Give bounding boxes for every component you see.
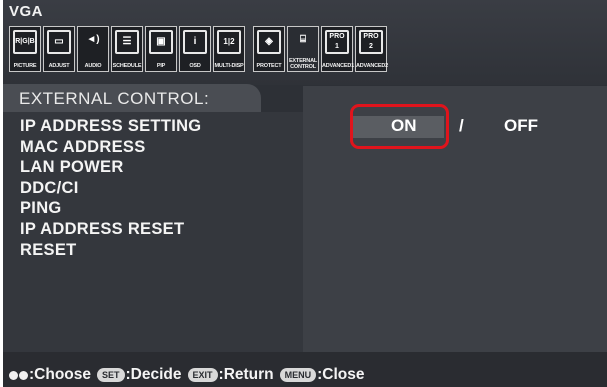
close-hint: :Close	[317, 366, 365, 383]
tab-osd-label: OSD	[189, 63, 201, 69]
menu-item-ip-address-setting[interactable]: IP ADDRESS SETTING	[20, 116, 201, 137]
tab-picture-label: PICTURE	[13, 63, 37, 69]
menu-item-lan-power[interactable]: LAN POWER	[20, 157, 201, 178]
tab-advanced1-label: ADVANCED1	[322, 63, 355, 69]
exit-key-icon: EXIT	[187, 368, 218, 382]
multi-display-icon: 1|2	[217, 30, 241, 54]
tab-picture[interactable]: R|G|B PICTURE	[9, 26, 41, 72]
picture-icon: R|G|B	[13, 30, 37, 54]
down-button-icon	[19, 370, 28, 380]
tab-schedule[interactable]: ☰ SCHEDULE	[111, 26, 143, 72]
external-control-menu: IP ADDRESS SETTING MAC ADDRESS LAN POWER…	[20, 116, 201, 260]
tab-protect[interactable]: ◈ PROTECT	[253, 26, 285, 72]
tab-multi-disp-label: MULTI-DISP	[214, 63, 244, 69]
menu-item-reset[interactable]: RESET	[20, 240, 201, 261]
tab-protect-label: PROTECT	[256, 63, 282, 69]
tab-external-control[interactable]: ⌸ EXTERNAL CONTROL	[287, 26, 319, 72]
choose-hint: :Choose	[29, 366, 91, 383]
tab-pip-label: PIP	[156, 63, 166, 69]
key-hints: :Choose SET :Decide EXIT :Return MENU :C…	[9, 366, 365, 384]
menu-item-ddc-ci[interactable]: DDC/CI	[20, 178, 201, 199]
tab-schedule-label: SCHEDULE	[112, 63, 142, 69]
tab-multi-disp[interactable]: 1|2 MULTI-DISP	[213, 26, 245, 72]
up-button-icon	[9, 370, 18, 380]
set-key-icon: SET	[97, 368, 125, 382]
tab-pip[interactable]: ▣ PIP	[145, 26, 177, 72]
tab-audio[interactable]: ◄) AUDIO	[77, 26, 109, 72]
tab-adjust[interactable]: ▭ ADJUST	[43, 26, 75, 72]
tab-audio-label: AUDIO	[84, 63, 102, 69]
info-icon: i	[183, 30, 207, 54]
menu-item-ping[interactable]: PING	[20, 198, 201, 219]
pip-icon: ▣	[149, 30, 173, 54]
menu-item-ip-address-reset[interactable]: IP ADDRESS RESET	[20, 219, 201, 240]
tab-advanced1[interactable]: PRO 1 ADVANCED1	[321, 26, 355, 72]
menu-tab-strip: R|G|B PICTURE ▭ ADJUST ◄) AUDIO ☰ SCHEDU…	[9, 26, 389, 76]
tab-advanced2-label: ADVANCED2	[356, 63, 389, 69]
advanced1-icon: PRO 1	[325, 30, 349, 54]
input-source-label: VGA	[9, 3, 44, 20]
section-title: EXTERNAL CONTROL:	[19, 89, 210, 108]
tab-adjust-label: ADJUST	[48, 63, 70, 69]
audio-icon: ◄)	[86, 34, 100, 45]
advanced2-icon: PRO 2	[359, 30, 383, 54]
decide-hint: :Decide	[125, 366, 182, 383]
return-hint: :Return	[218, 366, 274, 383]
protect-icon: ◈	[257, 30, 281, 54]
osd-screen: VGA R|G|B PICTURE ▭ ADJUST ◄) AUDIO ☰ SC…	[3, 0, 607, 387]
settings-panel	[303, 86, 607, 352]
schedule-icon: ☰	[115, 30, 139, 54]
menu-item-mac-address[interactable]: MAC ADDRESS	[20, 137, 201, 158]
tab-osd[interactable]: i OSD	[179, 26, 211, 72]
adjust-icon: ▭	[47, 30, 71, 54]
option-separator: /	[459, 116, 464, 135]
red-annotation-ring	[350, 104, 449, 149]
tab-external-control-label: EXTERNAL CONTROL	[288, 58, 318, 70]
off-option[interactable]: OFF	[504, 116, 538, 136]
menu-key-icon: MENU	[279, 368, 317, 382]
external-control-icon: ⌸	[300, 34, 306, 45]
tab-advanced2[interactable]: PRO 2 ADVANCED2	[355, 26, 389, 72]
